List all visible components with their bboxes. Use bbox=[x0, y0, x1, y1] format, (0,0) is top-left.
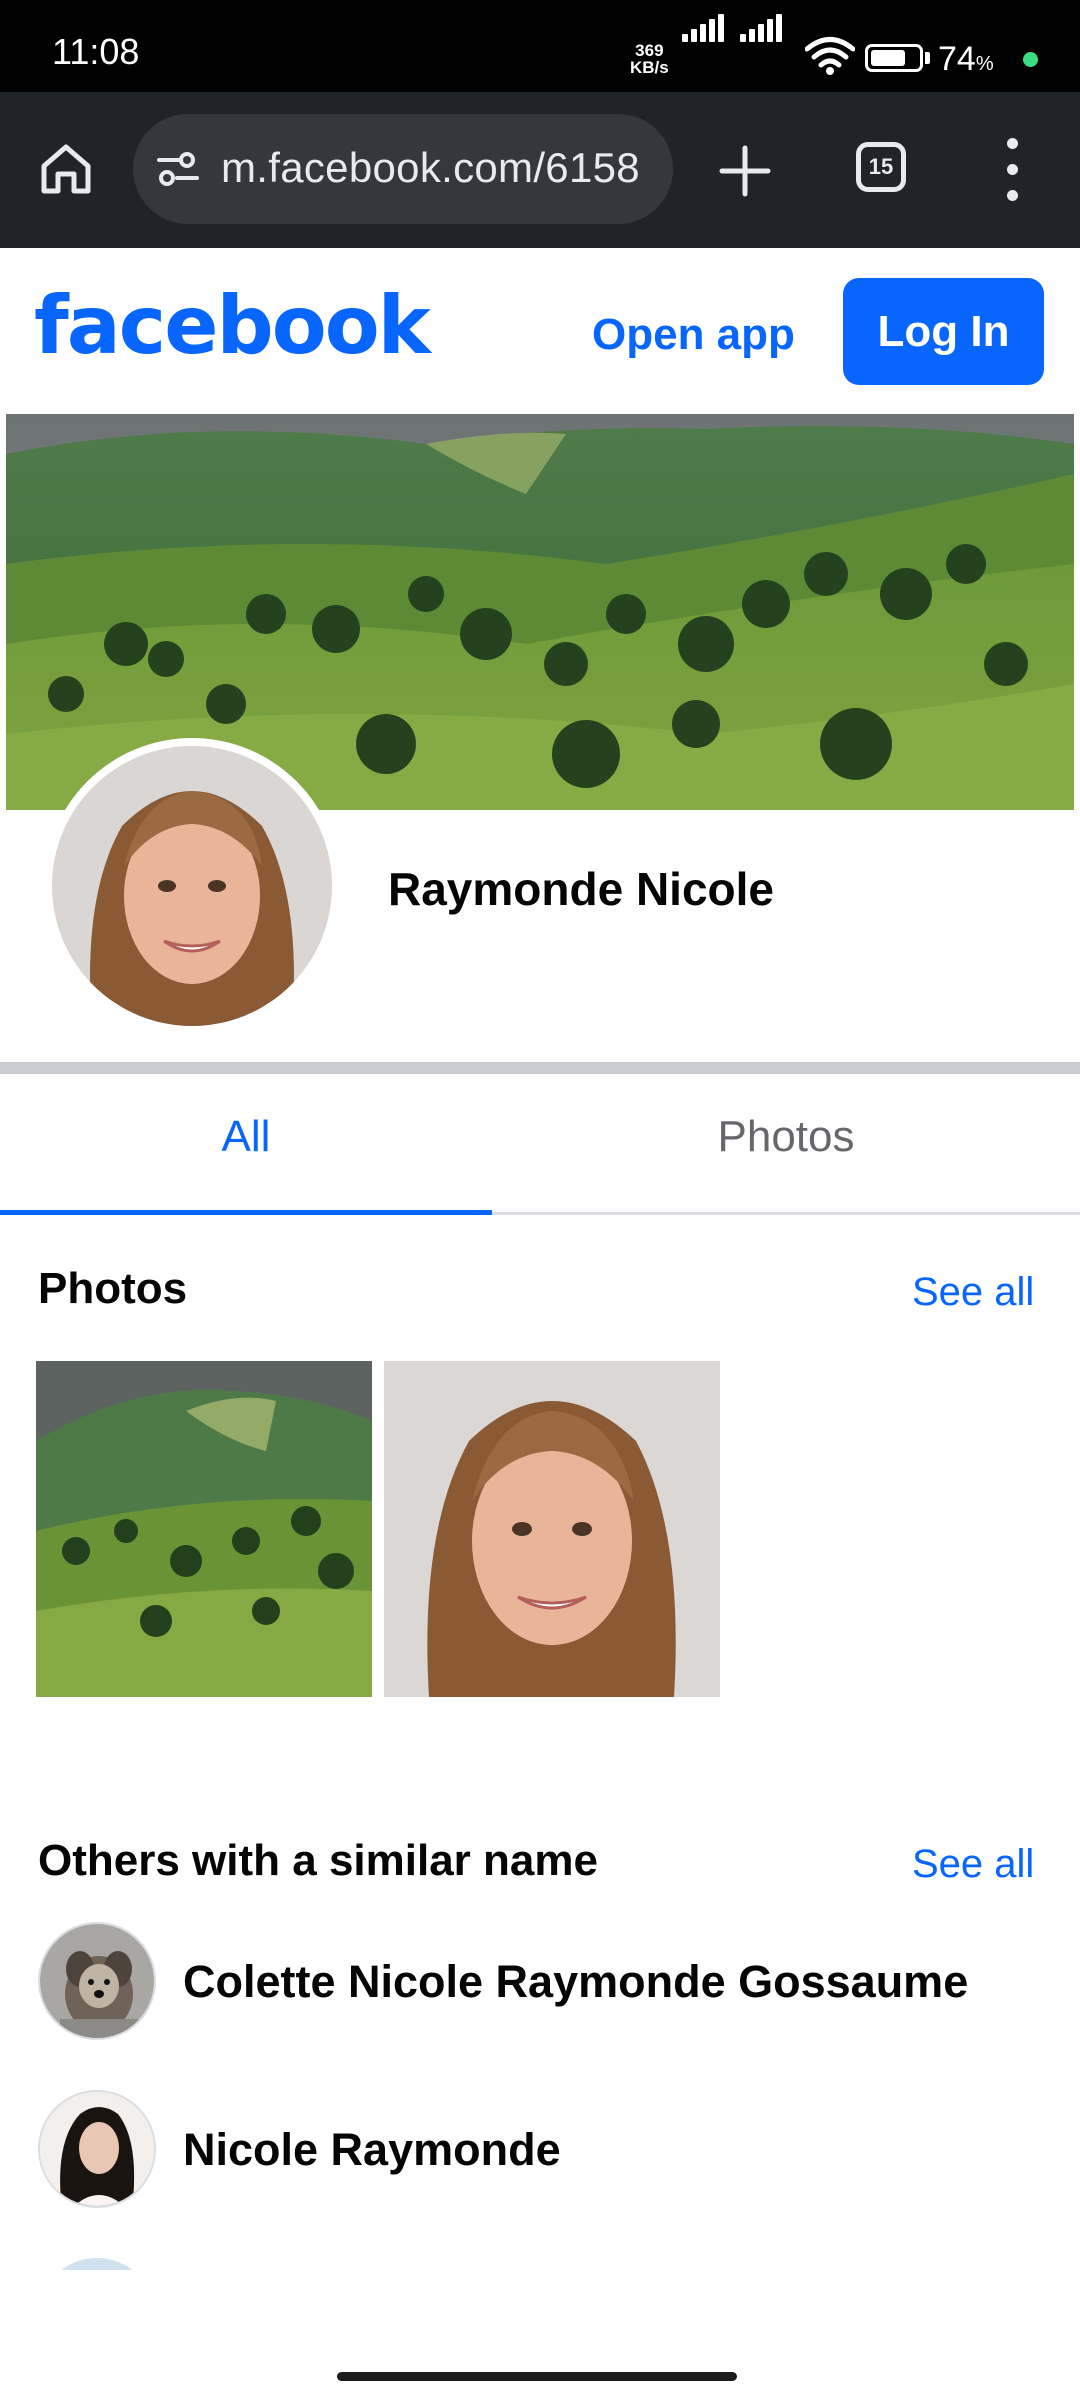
landscape-thumbnail-image bbox=[36, 1361, 372, 1697]
address-bar[interactable]: m.facebook.com/6158 bbox=[133, 114, 673, 224]
url-text[interactable]: m.facebook.com/6158 bbox=[221, 144, 640, 192]
battery-percent: 74% bbox=[938, 40, 994, 78]
status-time: 11:08 bbox=[52, 31, 140, 72]
similar-person-row[interactable]: Nicole Raymonde bbox=[38, 2090, 1038, 2210]
facebook-header: facebook Open app Log In bbox=[0, 248, 1080, 414]
profile-tabs: All Photos bbox=[0, 1074, 1080, 1215]
profile-avatar[interactable] bbox=[52, 746, 332, 1026]
browser-toolbar-surface: m.facebook.com/6158 15 bbox=[0, 92, 1080, 248]
photos-section-title: Photos bbox=[38, 1264, 188, 1313]
open-app-link[interactable]: Open app bbox=[592, 310, 795, 360]
home-icon[interactable] bbox=[34, 136, 98, 200]
photos-see-all-link[interactable]: See all bbox=[912, 1270, 1034, 1315]
login-button[interactable]: Log In bbox=[843, 278, 1044, 385]
battery-fill bbox=[871, 50, 905, 66]
woman-avatar-image bbox=[40, 2092, 154, 2206]
tabs-icon[interactable]: 15 bbox=[856, 142, 906, 192]
wifi-icon bbox=[805, 37, 855, 75]
status-bar: 11:08 369 KB/s 74% bbox=[0, 0, 1080, 92]
plus-icon[interactable] bbox=[712, 138, 778, 204]
person-name[interactable]: Nicole Raymonde bbox=[183, 2124, 561, 2176]
status-icons: 369 KB/s 74% bbox=[620, 0, 1080, 92]
person-name[interactable]: Colette Nicole Raymonde Gossaume bbox=[183, 1956, 968, 2008]
more-vert-icon[interactable] bbox=[998, 138, 1028, 202]
section-divider bbox=[0, 1062, 1080, 1074]
browser-toolbar: m.facebook.com/6158 15 bbox=[0, 92, 1080, 248]
photo-thumbnail-landscape[interactable] bbox=[36, 1361, 372, 1697]
tab-photos[interactable]: Photos bbox=[492, 1074, 1080, 1212]
portrait-image bbox=[52, 746, 332, 1026]
battery-icon bbox=[865, 44, 923, 72]
portrait-thumbnail-image bbox=[384, 1361, 720, 1697]
photo-thumbnail-portrait[interactable] bbox=[384, 1361, 720, 1697]
privacy-indicator-dot bbox=[1023, 52, 1038, 67]
network-speed: 369 KB/s bbox=[630, 41, 669, 77]
person-avatar[interactable] bbox=[38, 2090, 156, 2208]
home-indicator[interactable] bbox=[337, 2372, 737, 2381]
profile-name: Raymonde Nicole bbox=[388, 863, 774, 915]
battery-cap bbox=[925, 52, 930, 64]
person-avatar[interactable] bbox=[38, 1922, 156, 2040]
similar-names-section-title: Others with a similar name bbox=[38, 1836, 598, 1885]
dog-avatar-image bbox=[40, 1924, 154, 2038]
similar-person-row[interactable]: Colette Nicole Raymonde Gossaume bbox=[38, 1922, 1038, 2042]
tab-all[interactable]: All bbox=[0, 1074, 492, 1215]
site-settings-icon[interactable] bbox=[153, 144, 203, 194]
facebook-logo[interactable]: facebook bbox=[34, 286, 431, 366]
similar-names-see-all-link[interactable]: See all bbox=[912, 1842, 1034, 1887]
